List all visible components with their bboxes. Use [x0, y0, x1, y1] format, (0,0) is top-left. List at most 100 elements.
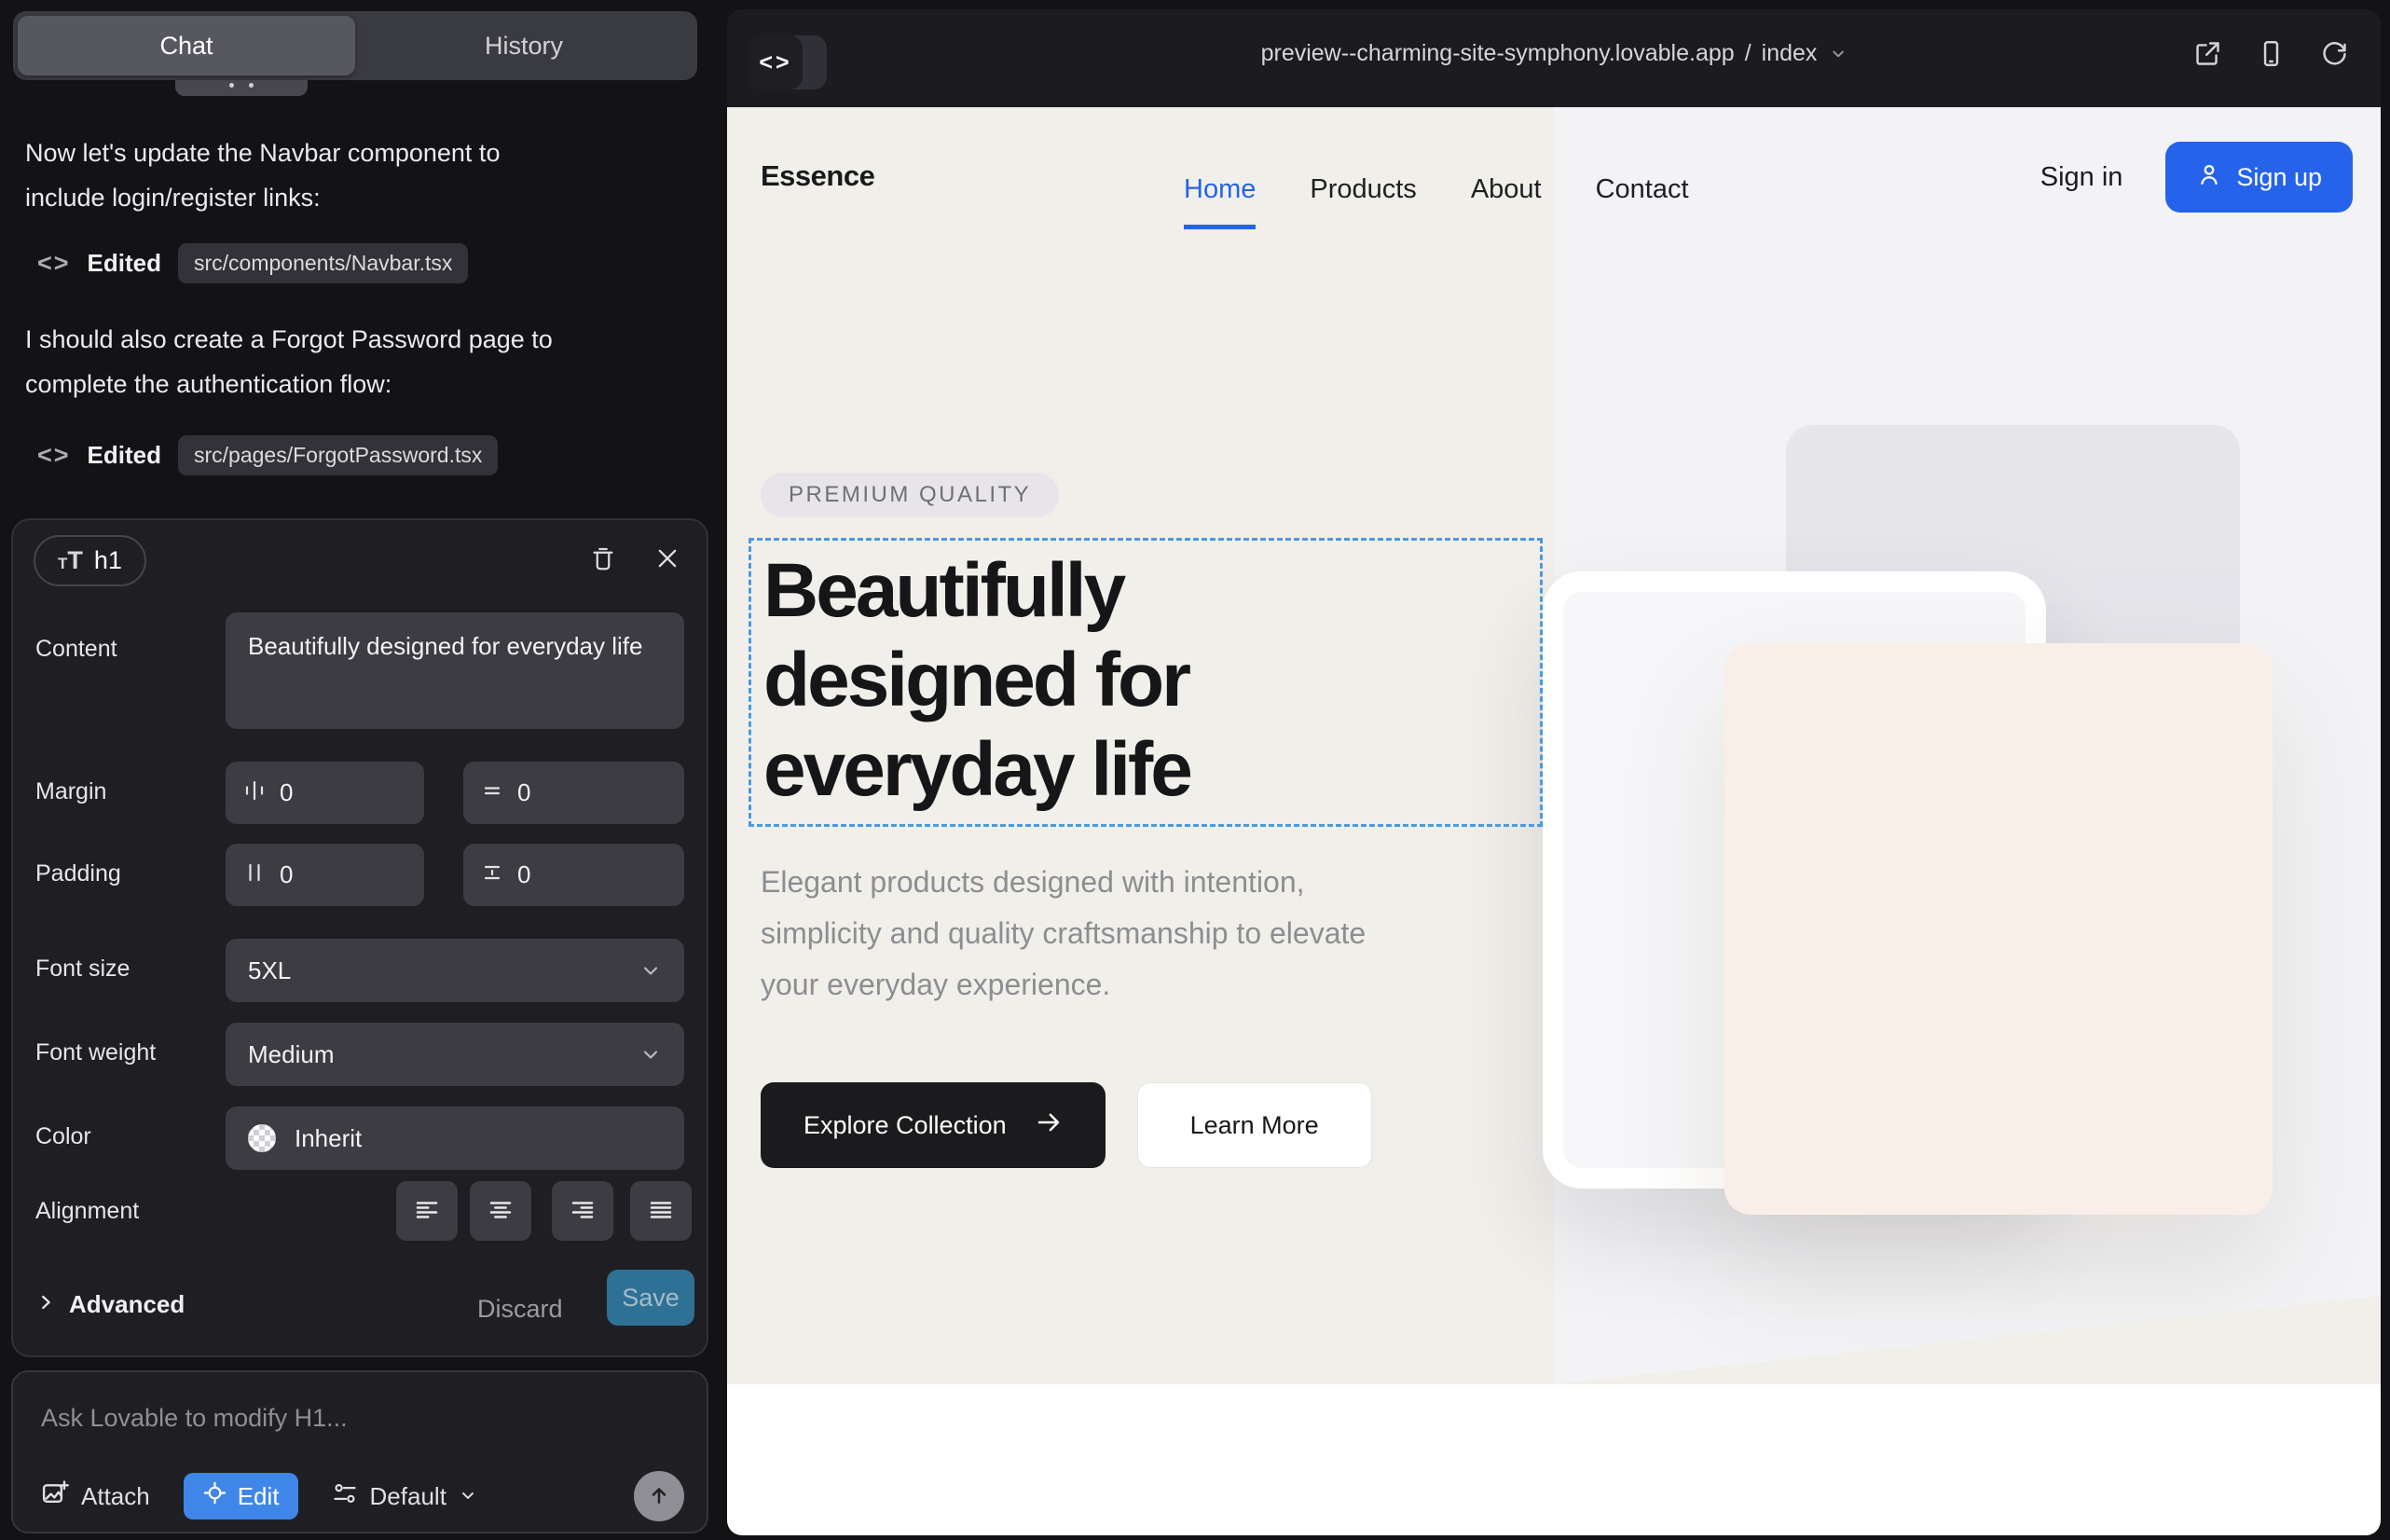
url-page: index [1762, 40, 1818, 67]
preview-pane: <> preview--charming-site-symphony.lovab… [727, 9, 2381, 1535]
refresh-button[interactable] [2320, 39, 2349, 71]
edit-mode-button[interactable]: Edit [184, 1473, 298, 1519]
edited-label: Edited [88, 249, 161, 278]
browser-chrome: <> preview--charming-site-symphony.lovab… [727, 9, 2381, 107]
decor-diagonal-wedge [1554, 1296, 2381, 1384]
edited-label: Edited [88, 441, 161, 470]
file-chip[interactable]: src/components/Navbar.tsx [178, 243, 468, 283]
font-weight-label: Font weight [35, 1039, 156, 1066]
discard-button[interactable]: Discard [477, 1295, 563, 1324]
chevron-down-icon [639, 1043, 662, 1066]
sign-up-button[interactable]: Sign up [2165, 142, 2353, 213]
align-left-icon [413, 1196, 441, 1227]
align-justify-icon [647, 1196, 675, 1227]
delete-element-button[interactable] [589, 544, 617, 575]
chevron-down-icon [639, 959, 662, 982]
align-right-icon [569, 1196, 597, 1227]
close-icon [654, 545, 680, 574]
font-size-select[interactable]: 5XL [226, 939, 684, 1002]
composer-input[interactable] [41, 1404, 675, 1433]
hero-heading[interactable]: Beautifully designed for everyday life [763, 546, 1248, 815]
margin-x-input[interactable] [226, 762, 424, 824]
color-select[interactable]: Inherit [226, 1107, 684, 1170]
padding-label: Padding [35, 860, 121, 887]
open-in-new-tab-button[interactable] [2193, 39, 2222, 71]
nav-links: Home Products About Contact [1184, 174, 1689, 205]
padding-y-input[interactable] [463, 844, 684, 906]
selected-element-badge[interactable]: TT h1 [34, 535, 146, 586]
arrow-up-icon [647, 1483, 671, 1510]
refresh-icon [2320, 39, 2349, 71]
dot-icon [229, 83, 234, 88]
attach-button[interactable]: Attach [41, 1479, 150, 1514]
chat-history-tabbar: Chat History [13, 11, 697, 80]
url-host: preview--charming-site-symphony.lovable.… [1261, 40, 1735, 67]
file-chip[interactable]: src/pages/ForgotPassword.tsx [178, 435, 498, 475]
align-justify-button[interactable] [630, 1181, 692, 1241]
element-tag-label: h1 [94, 546, 122, 575]
chat-panel: Chat History Now let's update the Navbar… [0, 0, 727, 1540]
align-right-button[interactable] [552, 1181, 613, 1241]
save-button[interactable]: Save [607, 1270, 694, 1326]
send-button[interactable] [634, 1471, 684, 1521]
assistant-message: I should also create a Forgot Password p… [25, 317, 575, 406]
app-root: Chat History Now let's update the Navbar… [0, 0, 2390, 1540]
margin-vertical-icon [480, 778, 504, 807]
trash-icon [589, 544, 617, 575]
nav-link-products[interactable]: Products [1310, 174, 1416, 205]
user-icon [2196, 161, 2222, 194]
align-center-button[interactable] [470, 1181, 531, 1241]
decor-card-cream [1724, 643, 2273, 1215]
type-icon: TT [58, 546, 83, 575]
dot-icon [249, 83, 254, 88]
sign-in-button[interactable]: Sign in [2040, 162, 2123, 193]
assistant-message: Now let's update the Navbar component to… [25, 131, 575, 220]
premium-quality-badge: PREMIUM QUALITY [761, 473, 1059, 517]
site-logo[interactable]: Essence [761, 159, 874, 193]
nav-link-about[interactable]: About [1471, 174, 1542, 205]
hero-section: Essence Home Products About Contact Sign… [727, 107, 2381, 1384]
padding-x-input[interactable] [226, 844, 424, 906]
model-default-button[interactable]: Default [332, 1480, 477, 1513]
margin-label: Margin [35, 778, 106, 805]
view-toggle-group: <> [749, 35, 827, 89]
url-bar[interactable]: preview--charming-site-symphony.lovable.… [1261, 40, 1847, 67]
selected-h1-outline[interactable]: Beautifully designed for everyday life [749, 538, 1543, 827]
chat-composer: Attach Edit Default [11, 1370, 708, 1533]
site-navbar: Essence Home Products About Contact Sign… [727, 107, 2381, 247]
attach-image-icon [41, 1479, 69, 1514]
chevron-down-icon [1829, 45, 1847, 62]
external-link-icon [2193, 39, 2222, 71]
chevron-down-icon [459, 1482, 477, 1511]
mobile-view-button[interactable] [2257, 39, 2286, 71]
transparent-swatch-icon [248, 1124, 276, 1152]
tab-history[interactable]: History [355, 16, 693, 76]
content-textarea[interactable]: Beautifully designed for everyday life [226, 612, 684, 729]
close-editor-button[interactable] [654, 545, 680, 574]
arrow-right-icon [1035, 1108, 1063, 1143]
code-icon: <> [37, 249, 71, 278]
hero-description: Elegant products designed with intention… [761, 857, 1413, 1011]
align-left-button[interactable] [396, 1181, 458, 1241]
smartphone-icon [2257, 39, 2286, 71]
nav-link-home[interactable]: Home [1184, 174, 1256, 205]
color-label: Color [35, 1123, 91, 1150]
edited-file-row: <> Edited src/pages/ForgotPassword.tsx [37, 433, 498, 477]
padding-horizontal-icon [242, 860, 267, 889]
site-viewport: Essence Home Products About Contact Sign… [727, 107, 2381, 1535]
tab-chat[interactable]: Chat [18, 16, 355, 76]
nav-link-contact[interactable]: Contact [1596, 174, 1689, 205]
scrolled-chip-remnant [175, 80, 308, 96]
learn-more-button[interactable]: Learn More [1137, 1082, 1372, 1168]
edited-file-row: <> Edited src/components/Navbar.tsx [37, 241, 468, 285]
margin-y-input[interactable] [463, 762, 684, 824]
chevron-right-icon [35, 1290, 56, 1319]
margin-horizontal-icon [242, 778, 267, 807]
target-icon [202, 1480, 227, 1512]
auth-actions: Sign in Sign up [2040, 142, 2353, 213]
explore-collection-button[interactable]: Explore Collection [761, 1082, 1106, 1168]
code-view-toggle[interactable]: <> [749, 35, 803, 89]
url-separator: / [1745, 40, 1751, 67]
advanced-toggle[interactable]: Advanced [35, 1290, 185, 1319]
font-weight-select[interactable]: Medium [226, 1023, 684, 1086]
